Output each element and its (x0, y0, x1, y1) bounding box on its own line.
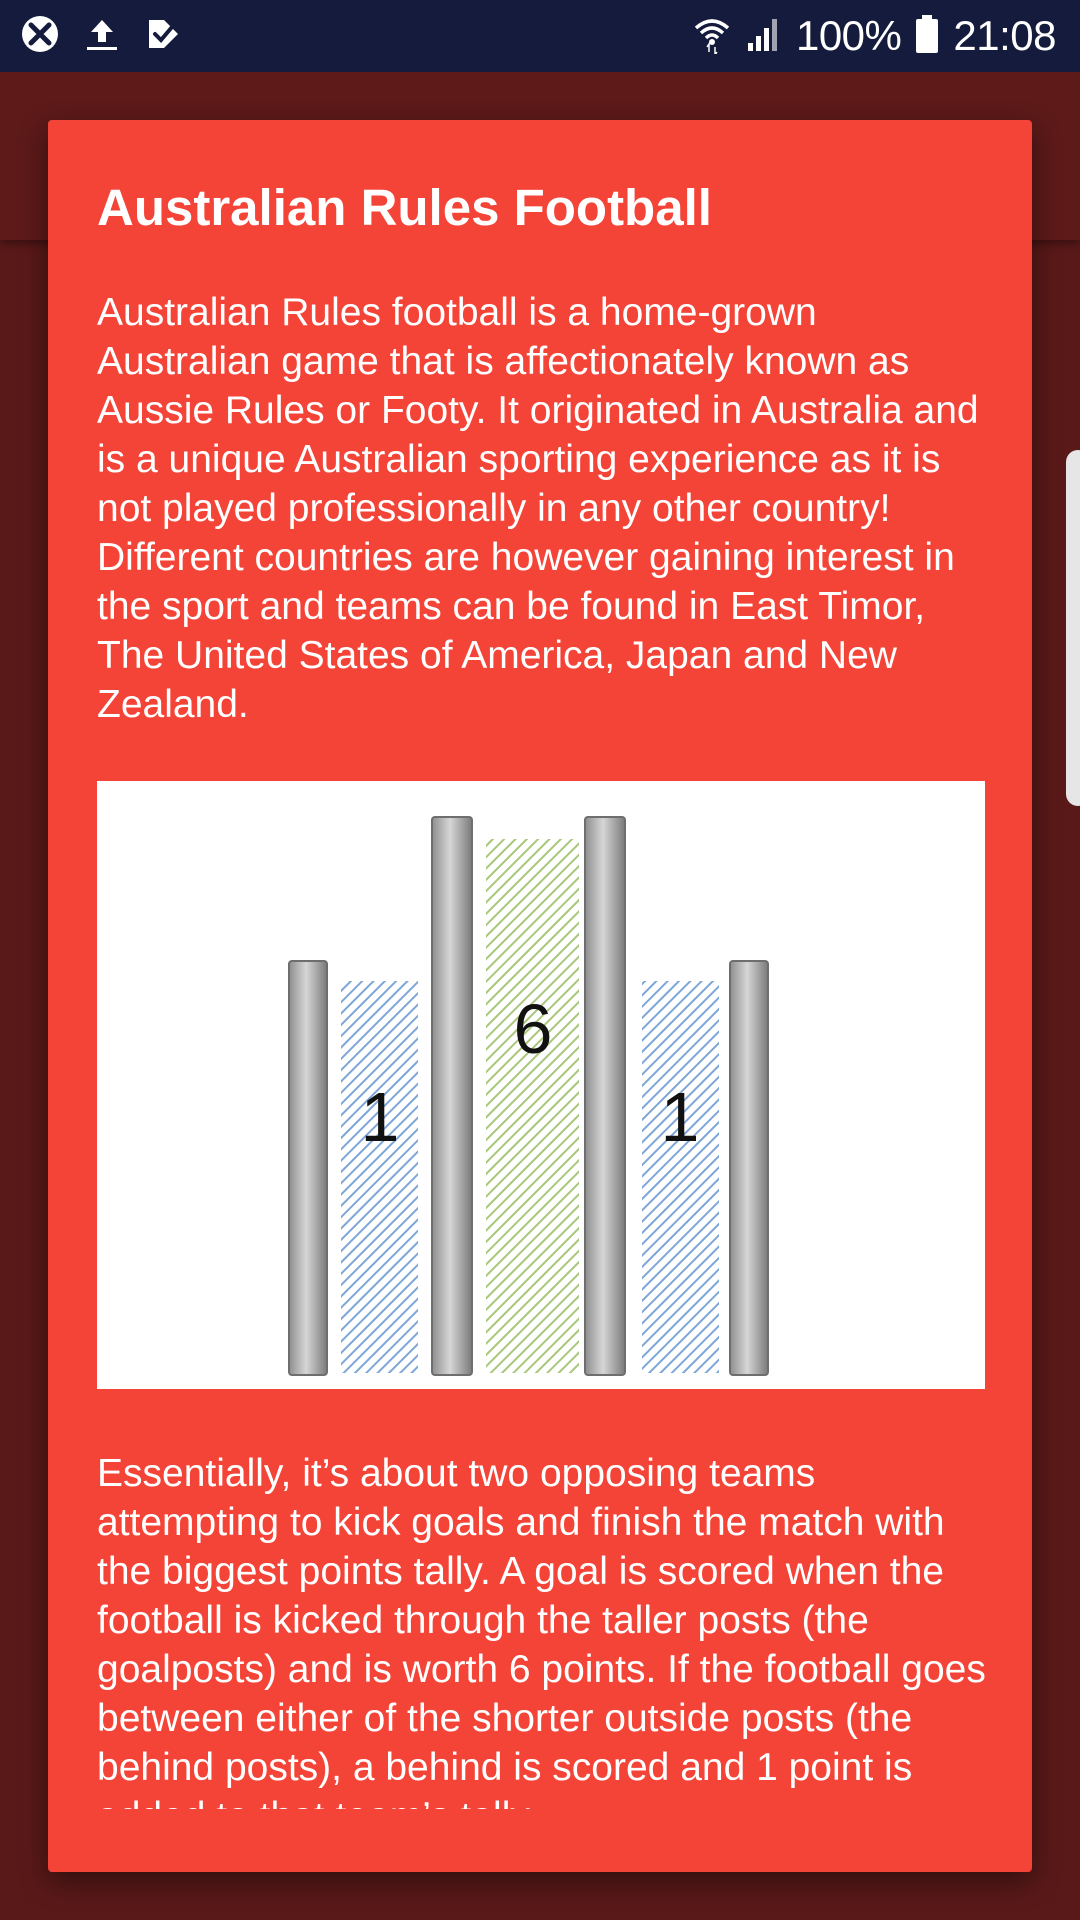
battery-percent: 100% (795, 12, 902, 59)
info-dialog: Australian Rules Football Australian Rul… (48, 120, 1032, 1872)
intro-paragraph: Australian Rules football is a home-grow… (97, 291, 979, 726)
right-goal-post (584, 816, 626, 1376)
goalposts-figure: 1 6 1 (97, 781, 985, 1389)
dialog-scroll-body[interactable]: Australian Rules football is a home-grow… (97, 288, 997, 1872)
clock: 21:08 (953, 12, 1056, 59)
checklist-icon (144, 14, 184, 59)
right-behind-zone (642, 981, 719, 1373)
right-behind-post (729, 960, 769, 1376)
left-goal-post (431, 816, 473, 1376)
upload-icon (82, 14, 122, 59)
rules-paragraph: Essentially, it’s about two opposing tea… (97, 1452, 986, 1809)
side-scroll-handle[interactable] (1066, 450, 1080, 806)
goal-zone (486, 839, 579, 1373)
wifi-icon (692, 14, 732, 59)
left-behind-post (288, 960, 328, 1376)
status-left-icons (20, 14, 206, 59)
status-right-icons: 100% 21:08 (678, 12, 1056, 60)
left-behind-label: 1 (361, 1078, 400, 1156)
left-behind-zone (341, 981, 418, 1373)
dialog-title: Australian Rules Football (97, 179, 712, 236)
goalposts-diagram: 1 6 1 (288, 816, 769, 1376)
status-bar: 100% 21:08 (0, 0, 1080, 72)
signal-icon (746, 15, 782, 58)
right-behind-label: 1 (661, 1078, 700, 1156)
sync-off-icon (20, 14, 60, 59)
battery-icon (915, 14, 939, 59)
goal-label: 6 (514, 990, 553, 1068)
